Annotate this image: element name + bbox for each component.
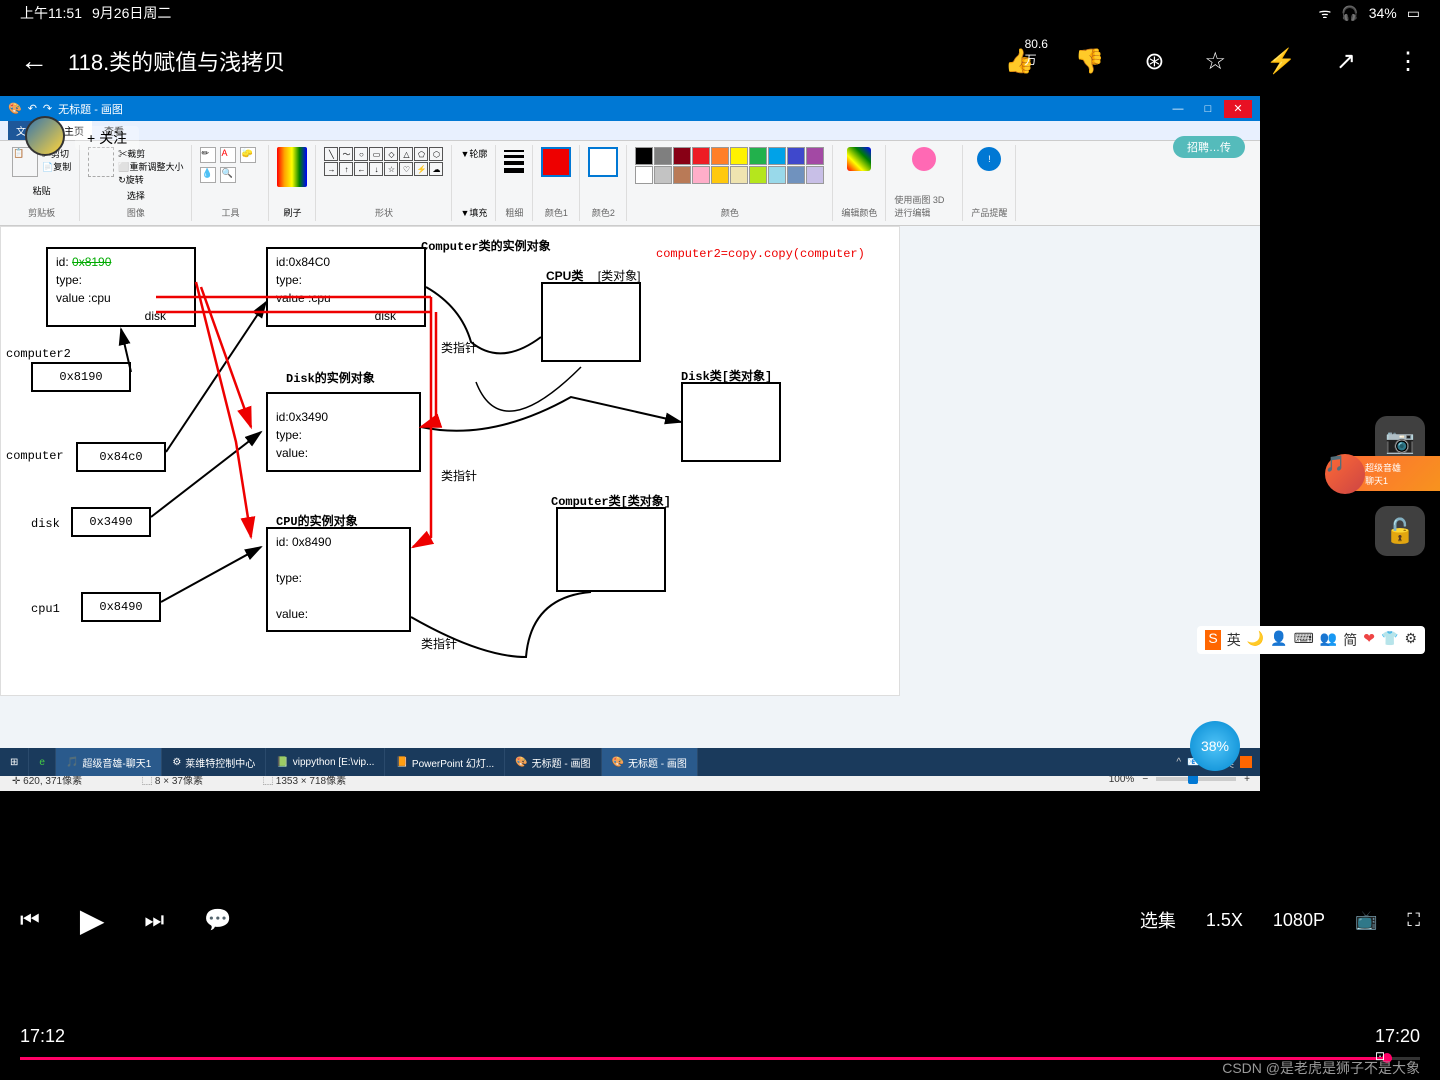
- start-button[interactable]: ⊞: [0, 748, 29, 776]
- task-1[interactable]: 🎵超级音雄-聊天1: [56, 748, 162, 776]
- color1-swatch[interactable]: [541, 147, 571, 177]
- like-button[interactable]: 👍80.6万: [1005, 47, 1035, 76]
- windows-taskbar: ⊞ e 🎵超级音雄-聊天1 ⚙莱维特控制中心 📗vippython [E:\vi…: [0, 748, 1260, 776]
- coin-button[interactable]: ⊛: [1144, 47, 1164, 76]
- box-computer-class: [556, 507, 666, 592]
- music-widget[interactable]: 🎵 超级音雄聊天1: [1330, 456, 1440, 491]
- wifi-icon: ᯤ: [1319, 4, 1332, 23]
- music-icon: 🎵: [1325, 454, 1365, 494]
- box-cpu-obj: id: 0x8490type:value:: [266, 527, 411, 632]
- episodes-button[interactable]: 选集: [1140, 907, 1176, 933]
- task-3[interactable]: 📗vippython [E:\vip...: [266, 748, 385, 776]
- video-content: + 关注 🎨↶↷ 无标题 - 画图 — □ ✕ 文件 主页 查看 招聘…传 📋✂…: [0, 96, 1440, 886]
- edge-icon[interactable]: e: [29, 748, 56, 776]
- minimize-button[interactable]: —: [1164, 100, 1192, 118]
- ribbon: 📋✂剪切📄复制 粘贴 剪贴板 ✂裁剪⬜重新调整大小↻旋转 选择 图像 ✏A🧽💧🔍…: [0, 141, 1260, 226]
- status-bar: 上午11:51 9月26日周二 ᯤ 🎧 34% ▭: [0, 0, 1440, 26]
- python-logo: [25, 116, 65, 156]
- battery-pct: 34%: [1369, 5, 1397, 21]
- maximize-button[interactable]: □: [1194, 100, 1222, 118]
- canvas[interactable]: Computer类的实例对象 computer2=copy.copy(compu…: [0, 226, 900, 696]
- lock-button[interactable]: 🔓: [1375, 506, 1425, 556]
- charge-button[interactable]: ⚡: [1266, 47, 1296, 76]
- paint-window: + 关注 🎨↶↷ 无标题 - 画图 — □ ✕ 文件 主页 查看 招聘…传 📋✂…: [0, 96, 1260, 776]
- player-controls: ⏮ ▶ ⏭ 💬 选集 1.5X 1080P 📺 ⛶: [0, 886, 1440, 954]
- box-computer2-obj: id: 0x8190 type:value :cpu disk: [46, 247, 196, 327]
- battery-icon: ▭: [1407, 5, 1420, 22]
- titlebar: 🎨↶↷ 无标题 - 画图 — □ ✕: [0, 96, 1260, 121]
- favorite-button[interactable]: ☆: [1204, 47, 1226, 76]
- video-title: 118.类的赋值与浅拷贝: [68, 45, 1005, 77]
- total-time: 17:20: [1375, 1026, 1420, 1047]
- color-palette[interactable]: [635, 147, 824, 184]
- task-6[interactable]: 🎨无标题 - 画图: [602, 748, 698, 776]
- fullscreen-button[interactable]: ⛶: [1407, 910, 1420, 931]
- subtitle-button[interactable]: 📺: [1355, 910, 1377, 931]
- zoom-slider[interactable]: [1156, 777, 1236, 781]
- speed-button[interactable]: 1.5X: [1206, 910, 1243, 931]
- watermark: CSDN @是老虎是狮子不是大象: [1222, 1058, 1420, 1078]
- progress-bar[interactable]: ⊡: [20, 1057, 1420, 1060]
- danmaku-button[interactable]: 💬: [204, 907, 231, 933]
- more-button[interactable]: ⋮: [1396, 47, 1420, 76]
- like-count: 80.6万: [1025, 37, 1048, 68]
- time: 上午11:51: [20, 3, 82, 23]
- performance-badge[interactable]: 38%: [1190, 721, 1240, 771]
- follow-button[interactable]: + 关注: [75, 126, 139, 150]
- box-disk-class: [681, 382, 781, 462]
- share-button[interactable]: ↗: [1336, 47, 1356, 76]
- box-computer-obj: id:0x84C0type:value :cpu disk: [266, 247, 426, 327]
- box-cpu-class: [541, 282, 641, 362]
- quality-button[interactable]: 1080P: [1273, 910, 1325, 931]
- color2-swatch[interactable]: [588, 147, 618, 177]
- window-title: 无标题 - 画图: [58, 101, 123, 117]
- back-button[interactable]: ←: [20, 45, 48, 77]
- headphones-icon: 🎧: [1341, 5, 1358, 22]
- current-time: 17:12: [20, 1026, 65, 1047]
- play-button[interactable]: ▶: [80, 901, 105, 939]
- ime-toolbar[interactable]: S英🌙👤⌨👥简❤👕⚙: [1197, 626, 1425, 654]
- box-disk-obj: id:0x3490type:value:: [266, 392, 421, 472]
- task-4[interactable]: 📙PowerPoint 幻灯...: [385, 748, 505, 776]
- user-badge[interactable]: 招聘…传: [1173, 136, 1245, 158]
- canvas-area[interactable]: Computer类的实例对象 computer2=copy.copy(compu…: [0, 226, 1260, 766]
- task-5[interactable]: 🎨无标题 - 画图: [505, 748, 601, 776]
- dislike-button[interactable]: 👎: [1074, 47, 1104, 76]
- task-2[interactable]: ⚙莱维特控制中心: [162, 748, 266, 776]
- next-button[interactable]: ⏭: [144, 907, 164, 933]
- menubar: 文件 主页 查看: [0, 121, 1260, 141]
- date: 9月26日周二: [92, 3, 171, 23]
- close-button[interactable]: ✕: [1224, 100, 1252, 118]
- video-nav: ← 118.类的赋值与浅拷贝 👍80.6万 👎 ⊛ ☆ ⚡ ↗ ⋮: [0, 26, 1440, 96]
- shapes-grid[interactable]: ╲〜○▭◇△⬠⬡→↑←↓☆♡⚡☁: [324, 147, 443, 176]
- prev-button[interactable]: ⏮: [20, 907, 40, 933]
